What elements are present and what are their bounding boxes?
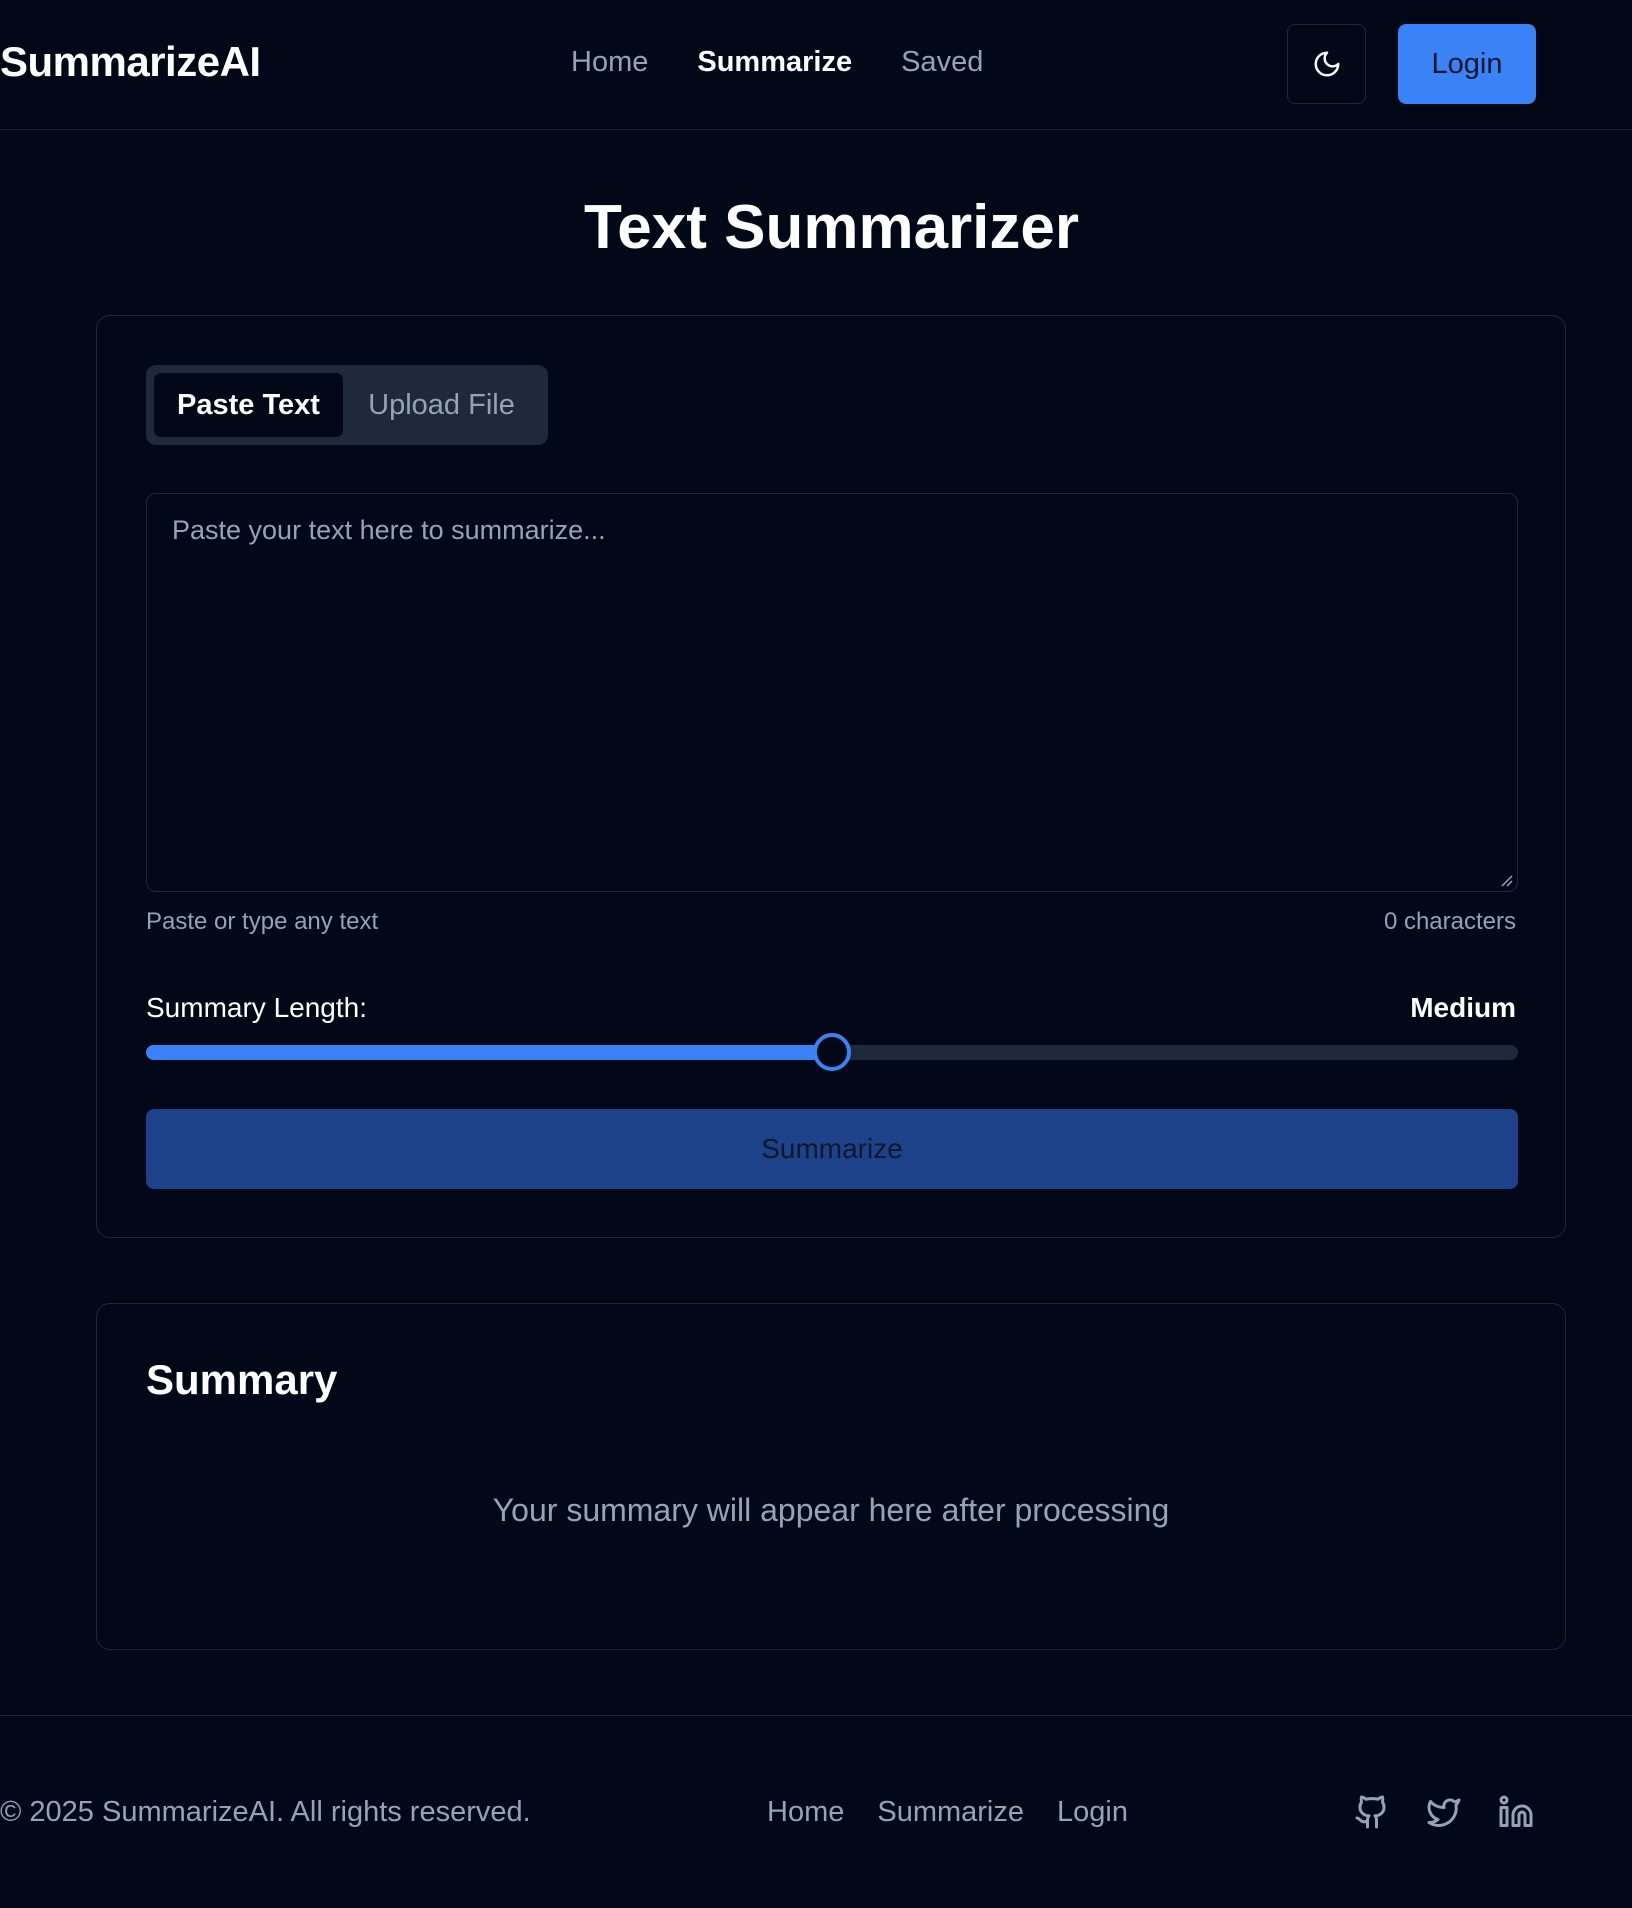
summarize-button[interactable]: Summarize: [146, 1109, 1518, 1189]
input-mode-tabs: Paste Text Upload File: [146, 365, 548, 445]
summary-placeholder: Your summary will appear here after proc…: [492, 1492, 1170, 1528]
input-hint: Paste or type any text: [146, 908, 379, 935]
footer-link-login[interactable]: Login: [1057, 1796, 1128, 1829]
slider-thumb[interactable]: [813, 1033, 851, 1071]
moon-icon: [1314, 51, 1339, 77]
footer: © 2025 SummarizeAI. All rights reserved.…: [0, 1715, 1632, 1908]
logo[interactable]: SummarizeAI: [0, 38, 261, 86]
nav-summarize[interactable]: Summarize: [697, 46, 852, 79]
summary-length-value: Medium: [1410, 992, 1516, 1023]
text-input-placeholder: Paste your text here to summarize...: [172, 515, 606, 545]
summary-title: Summary: [146, 1356, 338, 1403]
page-title: Text Summarizer: [583, 193, 1080, 262]
linkedin-icon: [1499, 1795, 1533, 1827]
main-nav: Home Summarize Saved: [571, 46, 983, 79]
social-links: [1352, 1792, 1536, 1832]
summary-card: Summary Your summary will appear here af…: [96, 1303, 1566, 1650]
footer-link-summarize[interactable]: Summarize: [877, 1796, 1024, 1829]
github-icon: [1355, 1795, 1386, 1829]
input-card: Paste Text Upload File Paste your text h…: [96, 315, 1566, 1238]
footer-link-home[interactable]: Home: [767, 1796, 844, 1829]
github-link[interactable]: [1352, 1792, 1392, 1832]
copyright: © 2025 SummarizeAI. All rights reserved.: [0, 1796, 531, 1828]
footer-nav: Home Summarize Login: [767, 1796, 1128, 1829]
theme-toggle-button[interactable]: [1287, 24, 1366, 104]
slider-fill: [146, 1045, 832, 1060]
character-count: 0 characters: [1383, 908, 1516, 935]
top-header: SummarizeAI Home Summarize Saved Login: [0, 0, 1632, 130]
summary-length-label: Summary Length:: [146, 992, 367, 1023]
login-button[interactable]: Login: [1398, 24, 1536, 104]
resize-handle-icon[interactable]: [1499, 873, 1513, 887]
nav-home[interactable]: Home: [571, 46, 648, 79]
twitter-icon: [1427, 1798, 1461, 1827]
tab-paste-text[interactable]: Paste Text: [154, 373, 343, 437]
nav-saved[interactable]: Saved: [901, 46, 983, 79]
text-input-area[interactable]: Paste your text here to summarize...: [146, 493, 1518, 892]
linkedin-link[interactable]: [1496, 1792, 1536, 1832]
summary-length-slider[interactable]: [146, 1033, 1518, 1071]
twitter-link[interactable]: [1424, 1792, 1464, 1832]
tab-upload-file[interactable]: Upload File: [343, 373, 540, 437]
